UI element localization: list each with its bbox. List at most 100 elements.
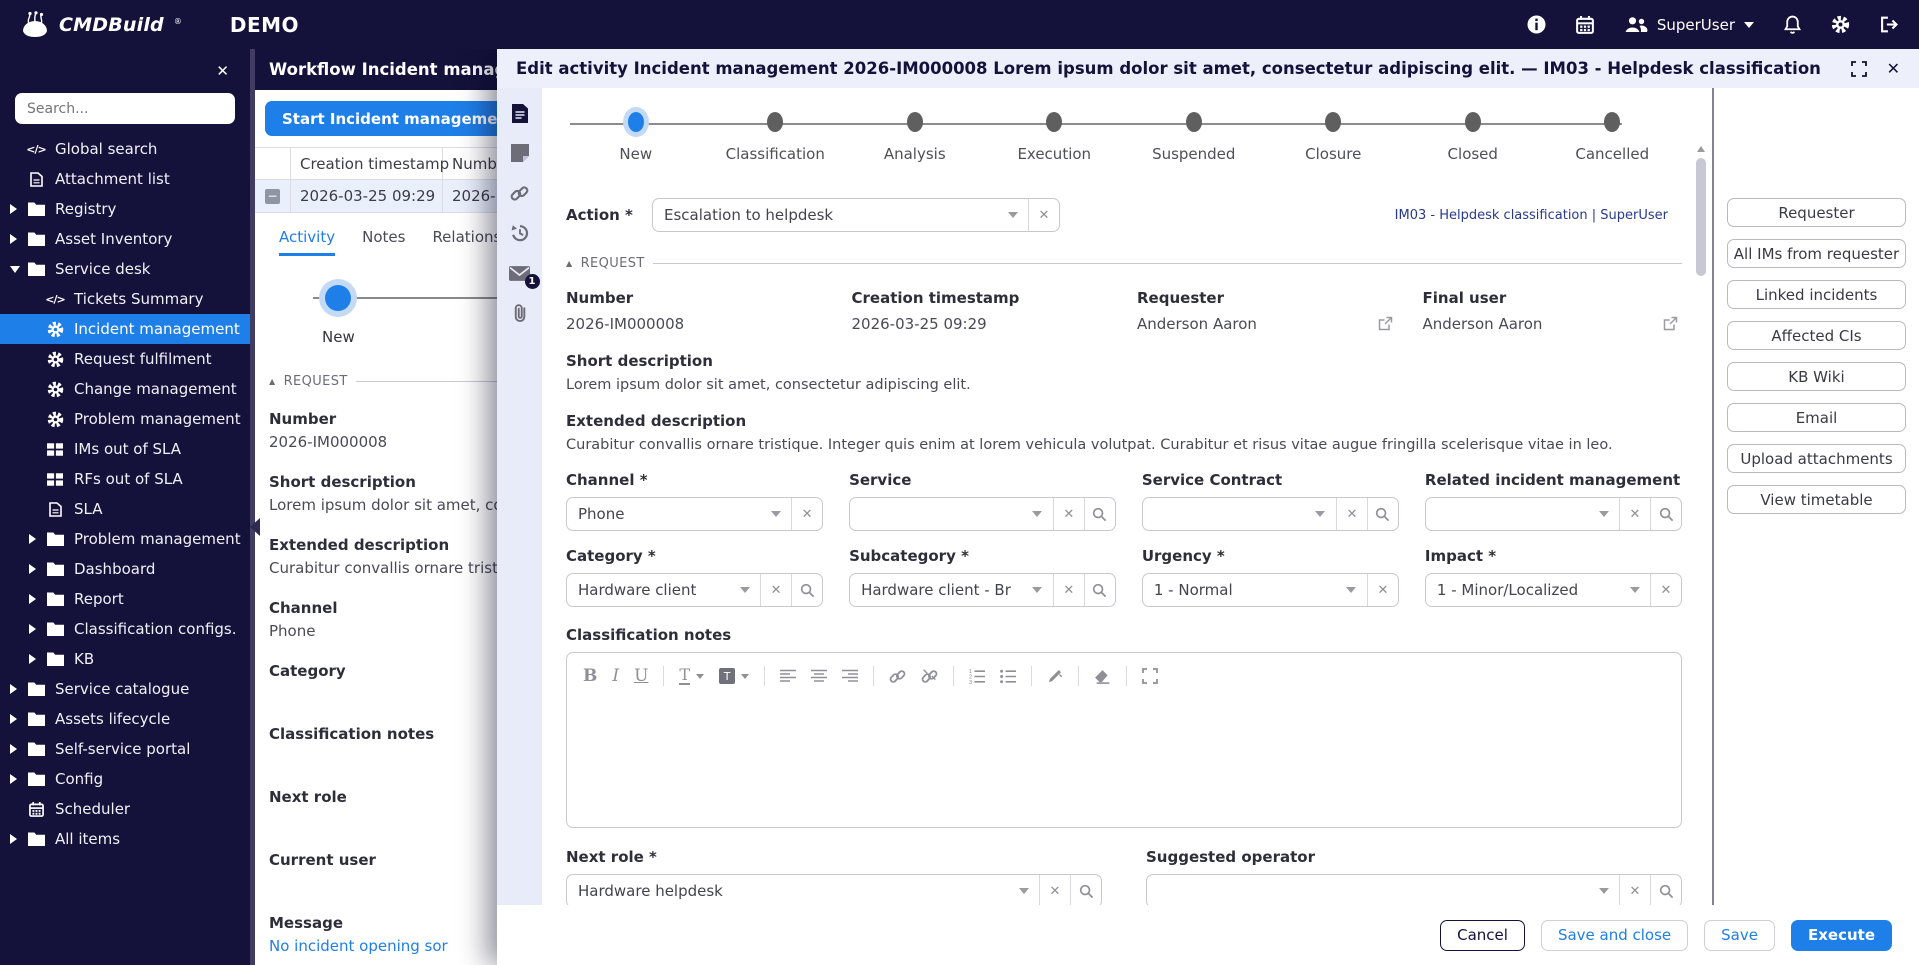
sidebar-item-scheduler[interactable]: Scheduler bbox=[0, 794, 250, 824]
unordered-list-button[interactable] bbox=[1000, 669, 1017, 684]
sidebar-item-registry[interactable]: Registry bbox=[0, 194, 250, 224]
sidebar-item-service-desk[interactable]: Service desk bbox=[0, 254, 250, 284]
scroll-up-icon[interactable] bbox=[1697, 146, 1705, 152]
clear-icon[interactable]: ✕ bbox=[1619, 875, 1650, 907]
text-color-button[interactable]: T bbox=[679, 667, 705, 685]
dropdown-caret-icon[interactable] bbox=[1022, 498, 1053, 530]
clear-icon[interactable]: ✕ bbox=[1052, 574, 1084, 606]
sidebar-item-sla[interactable]: SLA bbox=[0, 494, 250, 524]
request-section-header[interactable]: ▲ REQUEST bbox=[566, 256, 1682, 271]
sidebar-item-self-service-portal[interactable]: Self-service portal bbox=[0, 734, 250, 764]
row-collapse-icon[interactable]: − bbox=[265, 188, 280, 204]
clear-icon[interactable]: ✕ bbox=[1650, 574, 1681, 606]
view-timetable-button[interactable]: View timetable bbox=[1727, 485, 1906, 514]
sidebar-item-config[interactable]: Config bbox=[0, 764, 250, 794]
notes-icon[interactable] bbox=[508, 142, 532, 164]
requester-button[interactable]: Requester bbox=[1727, 198, 1906, 227]
align-left-button[interactable] bbox=[780, 669, 797, 683]
align-center-button[interactable] bbox=[811, 669, 828, 683]
affected-cis-button[interactable]: Affected CIs bbox=[1727, 321, 1906, 350]
service-contract-combo[interactable]: ✕ bbox=[1141, 497, 1399, 531]
save-button[interactable]: Save bbox=[1704, 919, 1775, 951]
sidebar-close-icon[interactable]: ✕ bbox=[216, 62, 229, 80]
dropdown-caret-icon[interactable] bbox=[1336, 574, 1367, 606]
notifications-bell-icon[interactable] bbox=[1784, 15, 1801, 34]
all-ims-from-requester-button[interactable]: All IMs from requester bbox=[1727, 239, 1906, 268]
search-icon[interactable] bbox=[1650, 875, 1681, 907]
ordered-list-button[interactable]: 123 bbox=[969, 669, 986, 684]
dropdown-caret-icon[interactable] bbox=[997, 199, 1028, 231]
linked-incidents-button[interactable]: Linked incidents bbox=[1727, 280, 1906, 309]
clear-icon[interactable]: ✕ bbox=[1028, 199, 1059, 231]
clear-icon[interactable]: ✕ bbox=[1039, 875, 1070, 907]
calendar-icon[interactable] bbox=[1575, 15, 1594, 34]
urgency-combo[interactable]: 1 - Normal ✕ bbox=[1141, 573, 1399, 607]
dropdown-caret-icon[interactable] bbox=[1588, 875, 1619, 907]
relations-link-icon[interactable] bbox=[508, 182, 532, 204]
save-and-close-button[interactable]: Save and close bbox=[1540, 919, 1689, 951]
sidebar-item-tickets-summary[interactable]: </> Tickets Summary bbox=[0, 284, 250, 314]
maximize-icon[interactable] bbox=[1850, 60, 1867, 77]
sidebar-item-all-items[interactable]: All items bbox=[0, 824, 250, 854]
content-scrollbar[interactable] bbox=[1696, 146, 1706, 957]
user-menu[interactable]: SuperUser bbox=[1624, 16, 1754, 34]
next-role-combo[interactable]: Hardware helpdesk ✕ bbox=[566, 874, 1102, 908]
scrollbar-thumb[interactable] bbox=[1696, 158, 1706, 276]
clear-format-eraser-button[interactable] bbox=[1094, 669, 1111, 684]
sidebar-item-asset-inventory[interactable]: Asset Inventory bbox=[0, 224, 250, 254]
sidebar-item-problem-management[interactable]: Problem management bbox=[0, 404, 250, 434]
subcategory-combo[interactable]: Hardware client - Br ✕ bbox=[849, 573, 1116, 607]
clear-icon[interactable]: ✕ bbox=[1619, 498, 1650, 530]
search-icon[interactable] bbox=[1083, 574, 1115, 606]
search-icon[interactable] bbox=[1083, 498, 1115, 530]
clear-icon[interactable]: ✕ bbox=[1366, 574, 1398, 606]
column-creation-timestamp[interactable]: Creation timestamp bbox=[291, 148, 449, 179]
dropdown-caret-icon[interactable] bbox=[1008, 875, 1039, 907]
insert-link-button[interactable] bbox=[889, 668, 906, 685]
email-icon[interactable]: 1 bbox=[508, 262, 540, 289]
tab-relations[interactable]: Relations bbox=[432, 228, 497, 256]
request-section-header[interactable]: ▲ REQUEST bbox=[269, 374, 497, 389]
related-incident-combo[interactable]: ✕ bbox=[1424, 497, 1682, 531]
sidebar-item-service-catalogue[interactable]: Service catalogue bbox=[0, 674, 250, 704]
close-icon[interactable]: ✕ bbox=[1887, 59, 1900, 78]
search-icon[interactable] bbox=[791, 574, 822, 606]
clear-icon[interactable]: ✕ bbox=[1052, 498, 1084, 530]
open-requester-icon[interactable] bbox=[1378, 316, 1393, 331]
logout-icon[interactable] bbox=[1880, 16, 1899, 33]
suggested-operator-combo[interactable]: ✕ bbox=[1146, 874, 1682, 908]
sidebar-item-classification-configs[interactable]: Classification configs. bbox=[0, 614, 250, 644]
dropdown-caret-icon[interactable] bbox=[1305, 498, 1336, 530]
clear-icon[interactable]: ✕ bbox=[1335, 498, 1367, 530]
column-number[interactable]: Number bbox=[443, 155, 497, 173]
sidebar-item-request-fulfilment[interactable]: Request fulfilment bbox=[0, 344, 250, 374]
message-link[interactable]: No incident opening sor bbox=[269, 937, 497, 956]
classification-notes-editor[interactable]: B I U T T 123 bbox=[566, 652, 1682, 828]
sidebar-item-rfs-out-of-sla[interactable]: RFs out of SLA bbox=[0, 464, 250, 494]
sidebar-item-kb[interactable]: KB bbox=[0, 644, 250, 674]
underline-button[interactable]: U bbox=[634, 666, 648, 686]
clear-icon[interactable]: ✕ bbox=[760, 574, 791, 606]
sidebar-item-dashboard[interactable]: Dashboard bbox=[0, 554, 250, 584]
table-row[interactable]: − 2026-03-25 09:29 2026-IM000008 bbox=[255, 180, 497, 213]
tab-activity[interactable]: Activity bbox=[279, 228, 336, 256]
sidebar-item-ims-out-of-sla[interactable]: IMs out of SLA bbox=[0, 434, 250, 464]
kb-wiki-button[interactable]: KB Wiki bbox=[1727, 362, 1906, 391]
italic-button[interactable]: I bbox=[612, 666, 619, 686]
execute-button[interactable]: Execute bbox=[1790, 919, 1892, 951]
bold-button[interactable]: B bbox=[583, 666, 597, 686]
sidebar-collapse-handle[interactable] bbox=[250, 518, 260, 536]
sidebar-item-problem-management-folder[interactable]: Problem management bbox=[0, 524, 250, 554]
clear-icon[interactable]: ✕ bbox=[791, 498, 822, 530]
search-icon[interactable] bbox=[1650, 498, 1681, 530]
format-brush-button[interactable] bbox=[1047, 668, 1063, 684]
open-final-user-icon[interactable] bbox=[1663, 316, 1678, 331]
align-right-button[interactable] bbox=[842, 669, 859, 683]
service-combo[interactable]: ✕ bbox=[849, 497, 1116, 531]
channel-combo[interactable]: Phone ✕ bbox=[566, 497, 824, 531]
category-combo[interactable]: Hardware client ✕ bbox=[566, 573, 824, 607]
history-icon[interactable] bbox=[508, 222, 532, 244]
activity-form-icon[interactable] bbox=[508, 102, 532, 124]
dropdown-caret-icon[interactable] bbox=[729, 574, 760, 606]
upload-attachments-button[interactable]: Upload attachments bbox=[1727, 444, 1906, 473]
